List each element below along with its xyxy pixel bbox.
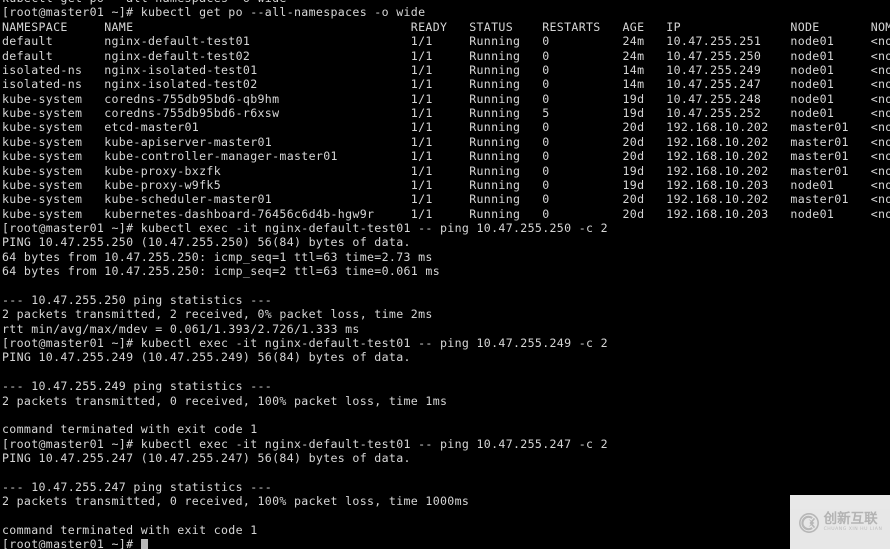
terminal-line: rtt min/avg/max/mdev = 0.061/1.393/2.726… [2,321,360,336]
watermark-badge: 创新互联 CHUANG XIN HU LIAN [790,495,890,549]
terminal-line: [root@master01 ~]# kubectl exec -it ngin… [2,336,608,350]
terminal-line: PING 10.47.255.249 (10.47.255.249) 56(84… [2,350,411,365]
terminal-line: 64 bytes from 10.47.255.250: icmp_seq=2 … [2,264,441,279]
watermark-text: 创新互联 CHUANG XIN HU LIAN [823,510,883,533]
terminal-line: 64 bytes from 10.47.255.250: icmp_seq=1 … [2,249,433,264]
terminal-line: default nginx-default-test01 1/1 Running… [2,34,890,49]
terminal-line: 2 packets transmitted, 0 received, 100% … [2,494,470,509]
watermark-name-pinyin: CHUANG XIN HU LIAN [823,527,883,533]
terminal-window[interactable]: kubectl get po --all-namespaces -o wide[… [0,0,890,549]
terminal-line: kube-system kubernetes-dashboard-76456c6… [2,206,890,221]
terminal-line: command terminated with exit code 1 [2,522,258,537]
terminal-line: 2 packets transmitted, 2 received, 0% pa… [2,307,433,322]
terminal-line: 2 packets transmitted, 0 received, 100% … [2,393,448,408]
terminal-line: [root@master01 ~]# kubectl get po --all-… [2,5,426,20]
terminal-line: NAMESPACE NAME READY STATUS RESTARTS AGE… [2,19,890,34]
watermark-name-cn: 创新互联 [823,510,878,527]
watermark-content: 创新互联 CHUANG XIN HU LIAN [798,512,883,534]
terminal-line: kube-system etcd-master01 1/1 Running 0 … [2,120,890,135]
terminal-line: kube-system coredns-755db95bd6-r6xsw 1/1… [2,106,890,120]
terminal-prompt-line[interactable]: [root@master01 ~]# [0,537,890,549]
terminal-line: isolated-ns nginx-isolated-test01 1/1 Ru… [2,62,890,77]
terminal-line: isolated-ns nginx-isolated-test02 1/1 Ru… [2,77,890,92]
terminal-line: --- 10.47.255.250 ping statistics --- [2,292,273,307]
terminal-line: kube-system kube-scheduler-master01 1/1 … [2,192,890,207]
terminal-screen-buffer[interactable]: kubectl get po --all-namespaces -o wide[… [0,0,890,549]
terminal-line: command terminated with exit code 1 [2,422,258,437]
terminal-line: kube-system coredns-755db95bd6-qb9hm 1/1… [2,91,890,106]
text-cursor[interactable] [140,538,148,549]
terminal-line: kube-system kube-apiserver-master01 1/1 … [2,134,890,149]
terminal-line: PING 10.47.255.250 (10.47.255.250) 56(84… [2,235,411,250]
terminal-line: default nginx-default-test02 1/1 Running… [2,48,890,63]
terminal-line: --- 10.47.255.247 ping statistics --- [2,479,273,494]
terminal-line: kube-system kube-proxy-bxzfk 1/1 Running… [2,163,890,178]
terminal-line: kube-system kube-controller-manager-mast… [2,149,890,164]
terminal-line: --- 10.47.255.249 ping statistics --- [2,379,273,394]
terminal-line: [root@master01 ~]# kubectl exec -it ngin… [2,221,608,235]
terminal-line: PING 10.47.255.247 (10.47.255.247) 56(84… [2,451,411,465]
cx-logo-icon [798,513,819,533]
shell-prompt: [root@master01 ~]# [2,537,141,549]
terminal-line: kube-system kube-proxy-w9fk5 1/1 Running… [2,177,890,192]
terminal-line: [root@master01 ~]# kubectl exec -it ngin… [2,436,608,451]
